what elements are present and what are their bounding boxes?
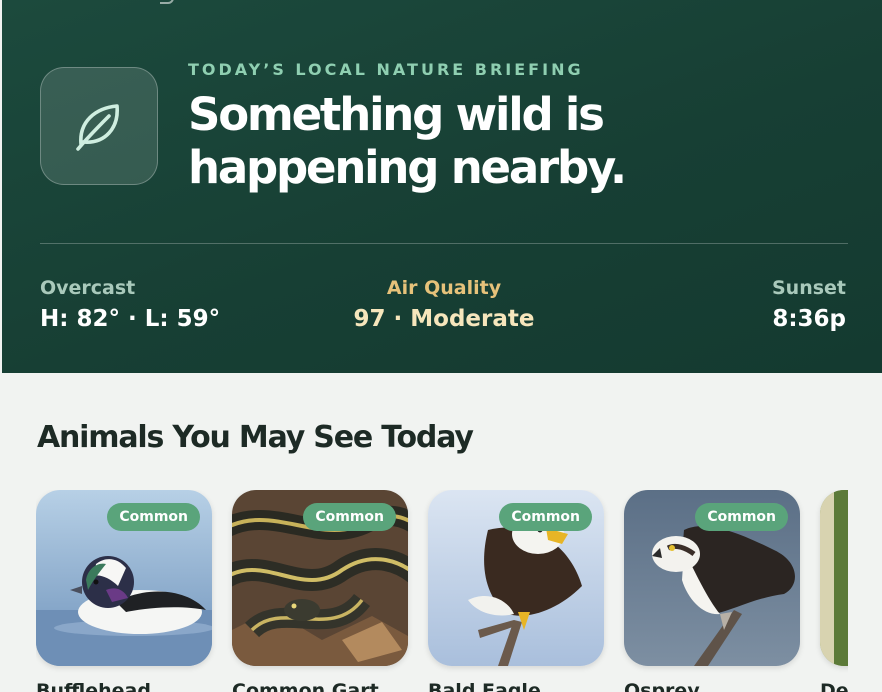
briefing-hero: TODAY’S LOCAL NATURE BRIEFING Something …: [2, 0, 882, 373]
animal-photo[interactable]: Common: [624, 490, 800, 666]
air-quality-value: 97 · Moderate: [353, 306, 535, 332]
leaf-icon: [40, 67, 158, 185]
briefing-eyebrow: TODAY’S LOCAL NATURE BRIEFING: [188, 60, 584, 79]
weather-label: Overcast: [40, 277, 136, 299]
frequency-badge: Common: [695, 503, 788, 531]
top-edge-fragment: [160, 0, 174, 4]
animal-name: Common Gart: [232, 680, 379, 692]
animal-name: De: [820, 680, 848, 692]
animal-card[interactable]: De: [820, 490, 848, 692]
weather-stat: Overcast H: 82° · L: 59°: [40, 276, 220, 335]
animal-card[interactable]: Common Bald Eagle: [428, 490, 604, 692]
animal-card[interactable]: Common Osprey: [624, 490, 800, 692]
air-quality-stat: Air Quality 97 · Moderate: [354, 276, 535, 335]
frequency-badge: Common: [499, 503, 592, 531]
frequency-badge: Common: [303, 503, 396, 531]
sunset-stat: Sunset 8:36p: [772, 276, 846, 335]
animal-photo[interactable]: Common: [232, 490, 408, 666]
animals-section-title: Animals You May See Today: [37, 420, 474, 455]
animal-photo[interactable]: Common: [36, 490, 212, 666]
frequency-badge: Common: [107, 503, 200, 531]
sunset-label: Sunset: [771, 277, 846, 299]
animal-name: Bufflehead: [36, 680, 151, 692]
sunset-value: 8:36p: [772, 306, 846, 332]
animal-photo[interactable]: [820, 490, 848, 666]
briefing-headline: Something wild is happening nearby.: [188, 88, 627, 194]
animal-name: Osprey: [624, 680, 700, 692]
animal-card[interactable]: Common Common Gart: [232, 490, 408, 692]
hero-divider: [40, 243, 848, 244]
weather-value: H: 82° · L: 59°: [40, 306, 221, 332]
animal-card[interactable]: Common Bufflehead: [36, 490, 212, 692]
animal-photo[interactable]: Common: [428, 490, 604, 666]
animal-carousel[interactable]: Common Bufflehead Common Common Gart Com…: [36, 490, 848, 692]
air-quality-label: Air Quality: [386, 277, 502, 299]
animal-name: Bald Eagle: [428, 680, 541, 692]
